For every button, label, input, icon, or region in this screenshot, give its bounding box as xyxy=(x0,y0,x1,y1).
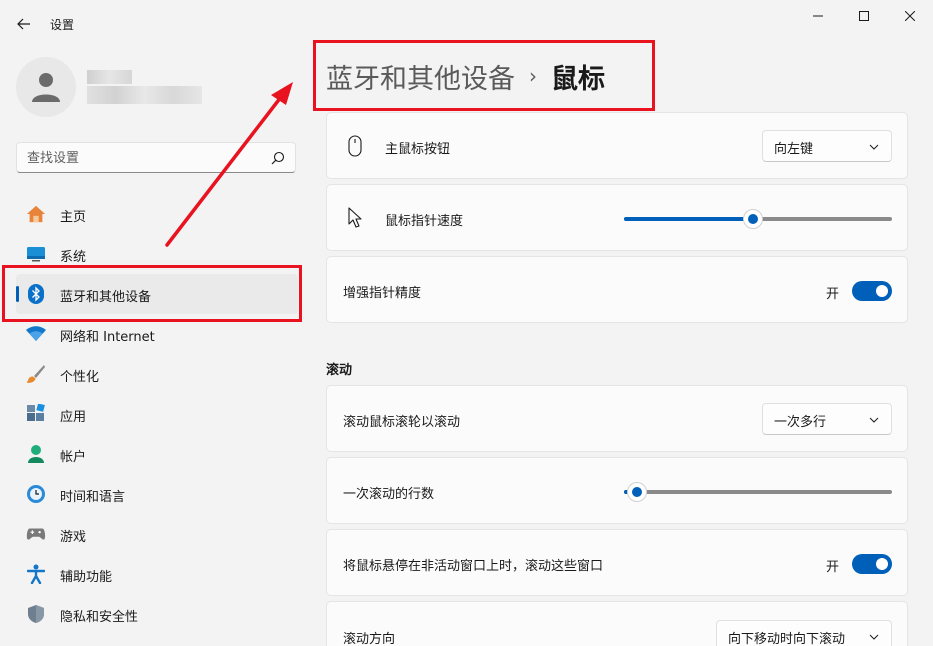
setting-card-scroll-wheel: 滚动鼠标滚轮以滚动 一次多行 xyxy=(326,385,908,452)
pointer-speed-slider[interactable] xyxy=(624,209,892,229)
minimize-button[interactable] xyxy=(795,4,841,28)
apps-icon xyxy=(26,404,46,424)
setting-label: 增强指针精度 xyxy=(343,286,422,301)
setting-card-primary-button: 主鼠标按钮 向左键 xyxy=(326,112,908,179)
setting-card-enhance-precision: 增强指针精度 开 xyxy=(326,256,908,323)
sidebar-item-personalization[interactable]: 个性化 xyxy=(16,354,298,394)
scroll-wheel-dropdown[interactable]: 一次多行 xyxy=(762,403,892,435)
shield-icon xyxy=(26,604,46,624)
mouse-icon xyxy=(345,135,365,157)
home-icon xyxy=(26,204,46,224)
gamepad-icon xyxy=(26,524,46,544)
maximize-button[interactable] xyxy=(841,4,887,28)
back-button[interactable] xyxy=(12,12,36,36)
cursor-icon xyxy=(345,207,365,229)
slider-thumb[interactable] xyxy=(742,209,763,229)
sidebar-item-label: 主页 xyxy=(60,210,87,225)
blurred-user-name xyxy=(87,70,202,106)
close-icon xyxy=(905,11,915,21)
setting-card-inactive-scroll: 将鼠标悬停在非活动窗口上时，滚动这些窗口 开 xyxy=(326,529,908,596)
minimize-icon xyxy=(813,15,823,17)
primary-button-dropdown[interactable]: 向左键 xyxy=(762,130,892,162)
maximize-icon xyxy=(859,11,869,21)
monitor-icon xyxy=(26,244,46,264)
sidebar-item-label: 时间和语言 xyxy=(60,490,126,505)
slider-thumb[interactable] xyxy=(627,482,648,502)
annotation-box-sidebar xyxy=(2,265,302,322)
chevron-down-icon xyxy=(869,417,879,423)
section-title-scroll: 滚动 xyxy=(326,363,353,378)
dropdown-value: 向左键 xyxy=(774,142,814,157)
sidebar-item-label: 网络和 Internet xyxy=(60,330,155,345)
search-input[interactable] xyxy=(27,149,267,167)
lines-per-scroll-slider[interactable] xyxy=(624,482,892,502)
search-box[interactable] xyxy=(16,142,296,173)
avatar[interactable] xyxy=(16,57,76,117)
sidebar-item-label: 游戏 xyxy=(60,530,87,545)
sidebar-item-label: 帐户 xyxy=(60,450,87,465)
dropdown-value: 一次多行 xyxy=(774,415,827,430)
setting-label: 滚动方向 xyxy=(343,632,396,646)
slider-fill xyxy=(624,217,753,221)
sidebar-item-label: 个性化 xyxy=(60,370,100,385)
setting-label: 滚动鼠标滚轮以滚动 xyxy=(343,415,461,430)
brush-icon xyxy=(26,364,46,384)
sidebar-item-gaming[interactable]: 游戏 xyxy=(16,514,298,554)
inactive-scroll-toggle[interactable] xyxy=(852,554,892,574)
sidebar-nav: 主页 系统 蓝牙和其他设备 网络和 Internet 个性化 应用 帐户 时间和… xyxy=(16,194,298,634)
dropdown-value: 向下移动时向下滚动 xyxy=(728,632,846,646)
toggle-state-label: 开 xyxy=(826,287,840,302)
app-title: 设置 xyxy=(50,18,75,32)
scroll-direction-dropdown[interactable]: 向下移动时向下滚动 xyxy=(716,620,892,646)
setting-card-scroll-direction: 滚动方向 向下移动时向下滚动 xyxy=(326,601,908,646)
close-button[interactable] xyxy=(887,4,933,28)
annotation-box-breadcrumb xyxy=(313,40,655,111)
clock-globe-icon xyxy=(26,484,46,504)
setting-label: 一次滚动的行数 xyxy=(343,487,435,502)
sidebar-item-apps[interactable]: 应用 xyxy=(16,394,298,434)
sidebar-item-label: 隐私和安全性 xyxy=(60,610,139,625)
setting-label: 鼠标指针速度 xyxy=(385,214,464,229)
chevron-down-icon xyxy=(869,634,879,640)
sidebar-item-home[interactable]: 主页 xyxy=(16,194,298,234)
chevron-down-icon xyxy=(869,144,879,150)
setting-card-pointer-speed: 鼠标指针速度 xyxy=(326,184,908,251)
setting-label: 将鼠标悬停在非活动窗口上时，滚动这些窗口 xyxy=(343,559,604,574)
sidebar-item-label: 辅助功能 xyxy=(60,570,113,585)
user-icon xyxy=(32,73,60,102)
accessibility-icon xyxy=(26,564,46,584)
search-icon[interactable] xyxy=(271,151,285,165)
sidebar-item-privacy[interactable]: 隐私和安全性 xyxy=(16,594,298,634)
enhance-precision-toggle[interactable] xyxy=(852,281,892,301)
sidebar-item-accessibility[interactable]: 辅助功能 xyxy=(16,554,298,594)
setting-card-lines-per-scroll: 一次滚动的行数 xyxy=(326,457,908,524)
back-arrow-icon xyxy=(17,18,30,30)
slider-track xyxy=(624,490,892,494)
wifi-icon xyxy=(26,324,46,344)
sidebar-item-label: 应用 xyxy=(60,410,87,425)
sidebar-item-time-language[interactable]: 时间和语言 xyxy=(16,474,298,514)
setting-label: 主鼠标按钮 xyxy=(385,142,451,157)
sidebar-item-accounts[interactable]: 帐户 xyxy=(16,434,298,474)
account-icon xyxy=(26,444,46,464)
toggle-state-label: 开 xyxy=(826,560,840,575)
sidebar-item-label: 系统 xyxy=(60,250,87,265)
